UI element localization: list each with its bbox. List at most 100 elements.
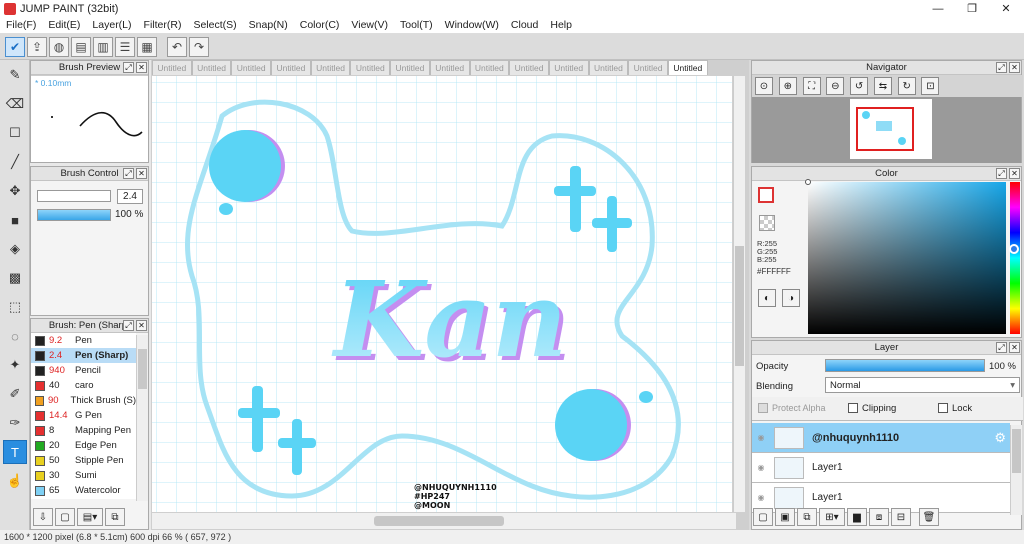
brush-menu-icon[interactable]: ▤▾ <box>77 508 103 526</box>
document-tab[interactable]: Untitled <box>509 60 549 75</box>
document-tab[interactable]: Untitled <box>667 60 708 75</box>
brush-item[interactable]: 14.4 G Pen <box>31 408 136 423</box>
color-saturation-field[interactable] <box>805 179 1006 334</box>
check-icon[interactable]: ✔ <box>5 36 25 57</box>
lock-checkbox[interactable] <box>938 403 948 413</box>
brush-item[interactable]: 90 Thick Brush (S) <box>31 393 136 408</box>
document-tab[interactable]: Untitled <box>152 60 192 75</box>
lock-view-icon[interactable]: ⊡ <box>921 77 940 95</box>
panel-float-icon[interactable]: ⤢ <box>996 342 1007 353</box>
foreground-color-swatch[interactable] <box>758 187 774 203</box>
panel-close-icon[interactable]: ✕ <box>1009 62 1020 73</box>
add-layer-menu-icon[interactable]: ⊞▾ <box>819 508 845 526</box>
protect-alpha-checkbox[interactable] <box>758 403 768 413</box>
layer-folder-icon[interactable]: ▆ <box>847 508 867 526</box>
menu-file[interactable]: File(F) <box>0 19 42 31</box>
hand-tool-icon[interactable]: ☝ <box>3 469 27 493</box>
page-list-icon[interactable]: ☰ <box>115 36 135 57</box>
document-tab[interactable]: Untitled <box>191 60 232 75</box>
document-tab[interactable]: Untitled <box>390 60 430 75</box>
layer-settings-icon[interactable]: ⊟ <box>891 508 911 526</box>
panel-close-icon[interactable]: ✕ <box>1009 168 1020 179</box>
layer-opacity-slider[interactable] <box>825 359 985 372</box>
rect-select-icon[interactable]: ⬚ <box>3 295 27 319</box>
undo-icon[interactable]: ↶ <box>167 36 187 57</box>
lasso-select-icon[interactable]: ◌ <box>3 324 27 348</box>
layer-row[interactable]: ◉ Layer1 <box>752 453 1010 483</box>
visibility-icon[interactable]: ◉ <box>752 463 770 472</box>
visibility-icon[interactable]: ◉ <box>752 433 770 442</box>
menu-window[interactable]: Window(W) <box>439 19 505 31</box>
magic-wand-icon[interactable]: ✦ <box>3 353 27 377</box>
zoom-fit-icon[interactable]: ⊙ <box>755 77 773 95</box>
document-tab[interactable]: Untitled <box>231 60 272 75</box>
delete-layer-icon[interactable]: 🗑 <box>919 508 939 526</box>
menu-layer[interactable]: Layer(L) <box>86 19 137 31</box>
menu-help[interactable]: Help <box>544 19 578 31</box>
document-tab[interactable]: Untitled <box>469 60 510 75</box>
text-tool-icon[interactable]: T <box>3 440 27 464</box>
zoom-in-icon[interactable]: ⊕ <box>778 77 797 95</box>
menu-edit[interactable]: Edit(E) <box>42 19 86 31</box>
clipping-checkbox[interactable] <box>848 403 858 413</box>
brush-item[interactable]: 65 Watercolor <box>31 483 136 498</box>
brush-opacity-slider[interactable] <box>37 209 111 221</box>
canvas-horizontal-scrollbar[interactable] <box>152 513 736 529</box>
bucket-tool-icon[interactable]: ◈ <box>3 237 27 261</box>
select-eraser-icon[interactable]: ✑ <box>3 411 27 435</box>
brush-item[interactable]: 50 Stipple Pen <box>31 453 136 468</box>
menu-cloud[interactable]: Cloud <box>505 19 544 31</box>
fill-rect-tool-icon[interactable]: ■ <box>3 208 27 232</box>
visibility-icon[interactable]: ◉ <box>752 493 770 502</box>
brush-copy-icon[interactable]: ⧉ <box>105 508 125 526</box>
maximize-button[interactable]: ❐ <box>955 0 989 17</box>
page-grid-icon[interactable]: ▦ <box>137 36 157 57</box>
panel-float-icon[interactable]: ⤢ <box>123 62 134 73</box>
brush-list-scrollbar[interactable] <box>136 335 148 501</box>
merge-down-icon[interactable]: ⧈ <box>869 508 889 526</box>
document-tab[interactable]: Untitled <box>310 60 351 75</box>
zoom-out-icon[interactable]: ⊖ <box>826 77 845 95</box>
chat-icon[interactable]: ▤ <box>71 36 91 57</box>
panel-close-icon[interactable]: ✕ <box>1009 342 1020 353</box>
color-palette-icon[interactable]: ◐ <box>758 289 776 307</box>
panel-close-icon[interactable]: ✕ <box>136 168 147 179</box>
shape-tool-icon[interactable]: ☐ <box>3 121 27 145</box>
document-tab[interactable]: Untitled <box>350 60 391 75</box>
menu-select[interactable]: Select(S) <box>187 19 242 31</box>
move-tool-icon[interactable]: ✥ <box>3 179 27 203</box>
panel-float-icon[interactable]: ⤢ <box>123 168 134 179</box>
brush-item[interactable]: 30 Sumi <box>31 468 136 483</box>
rotate-right-icon[interactable]: ↻ <box>897 77 916 95</box>
comment-icon[interactable]: ◍ <box>49 36 69 57</box>
brush-item[interactable]: 940 Pencil <box>31 363 136 378</box>
share-icon[interactable]: ⇪ <box>27 36 47 57</box>
gradient-tool-icon[interactable]: ▩ <box>3 266 27 290</box>
panel-float-icon[interactable]: ⤢ <box>996 62 1007 73</box>
canvas-paper[interactable]: Kan Kan @NHUQUYNH1110 #HP247 @MOON <box>152 76 732 512</box>
transparent-color-swatch[interactable] <box>759 215 775 231</box>
layer-row[interactable]: ◉ @nhuquynh1110 ⚙ <box>752 423 1010 453</box>
menu-view[interactable]: View(V) <box>345 19 394 31</box>
panel-float-icon[interactable]: ⤢ <box>996 168 1007 179</box>
brush-size-input[interactable]: 2.4 <box>117 189 143 204</box>
select-pen-icon[interactable]: ✐ <box>3 382 27 406</box>
menu-color[interactable]: Color(C) <box>294 19 346 31</box>
minimize-button[interactable]: — <box>921 0 955 17</box>
new-layer-icon[interactable]: ▢ <box>753 508 773 526</box>
document-tab[interactable]: Untitled <box>429 60 470 75</box>
brush-new-icon[interactable]: ▢ <box>55 508 75 526</box>
color-wheel-icon[interactable]: ◑ <box>782 289 800 307</box>
layer-list-scrollbar[interactable] <box>1010 425 1022 515</box>
layer-gear-icon[interactable]: ⚙ <box>994 430 1006 446</box>
copy-layer-icon[interactable]: ⧉ <box>797 508 817 526</box>
brush-tool-icon[interactable]: ✎ <box>3 63 27 87</box>
brush-item[interactable]: 8 Mapping Pen <box>31 423 136 438</box>
menu-tool[interactable]: Tool(T) <box>394 19 439 31</box>
document-tab[interactable]: Untitled <box>548 60 589 75</box>
document-tab[interactable]: Untitled <box>588 60 629 75</box>
new-halftone-layer-icon[interactable]: ▣ <box>775 508 795 526</box>
panel-float-icon[interactable]: ⤢ <box>123 320 134 331</box>
brush-item[interactable]: 40 caro <box>31 378 136 393</box>
document-tab[interactable]: Untitled <box>628 60 668 75</box>
